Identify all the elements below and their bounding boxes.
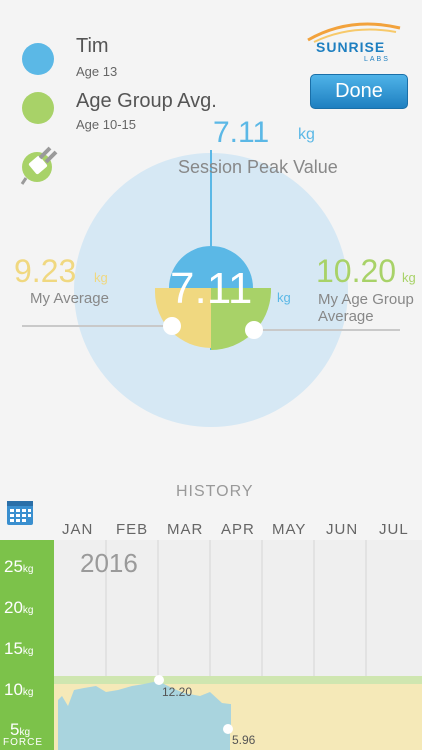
calendar-icon[interactable] bbox=[6, 498, 34, 526]
history-point-label: 12.20 bbox=[162, 685, 193, 699]
y-axis-label: 20kg bbox=[4, 598, 34, 617]
group-average-marker bbox=[245, 321, 263, 339]
month-label: JAN bbox=[62, 521, 94, 538]
month-label: JUL bbox=[379, 521, 409, 538]
my-average-label: My Average bbox=[30, 290, 109, 307]
group-average-value: 10.20 bbox=[316, 253, 397, 289]
session-peak-label: Session Peak Value bbox=[178, 157, 338, 177]
gauge-center-unit: kg bbox=[277, 290, 291, 305]
gauge-center-value: 7.11 bbox=[170, 264, 253, 313]
my-average-value: 9.23 bbox=[14, 253, 77, 289]
y-axis-name: FORCE bbox=[3, 737, 43, 748]
month-label: FEB bbox=[116, 521, 149, 538]
month-label: APR bbox=[221, 521, 255, 538]
group-average-unit: kg bbox=[402, 270, 416, 285]
history-year: 2016 bbox=[80, 548, 138, 578]
history-point-label: 5.96 bbox=[232, 733, 256, 747]
group-average-label-1: My Age Group bbox=[318, 291, 414, 308]
group-average-label-2: Average bbox=[318, 308, 374, 325]
y-axis-label: 10kg bbox=[4, 680, 34, 699]
my-average-unit: kg bbox=[94, 270, 108, 285]
y-axis-label: 15kg bbox=[4, 639, 34, 658]
month-label: JUN bbox=[326, 521, 359, 538]
y-axis-label: 25kg bbox=[4, 557, 34, 576]
my-average-marker bbox=[163, 317, 181, 335]
session-peak-unit: kg bbox=[298, 126, 315, 143]
peak-gauge bbox=[22, 150, 400, 427]
history-title: HISTORY bbox=[176, 483, 254, 500]
session-peak-value: 7.11 bbox=[213, 116, 270, 149]
month-label: MAY bbox=[272, 521, 307, 538]
month-label: MAR bbox=[167, 521, 204, 538]
